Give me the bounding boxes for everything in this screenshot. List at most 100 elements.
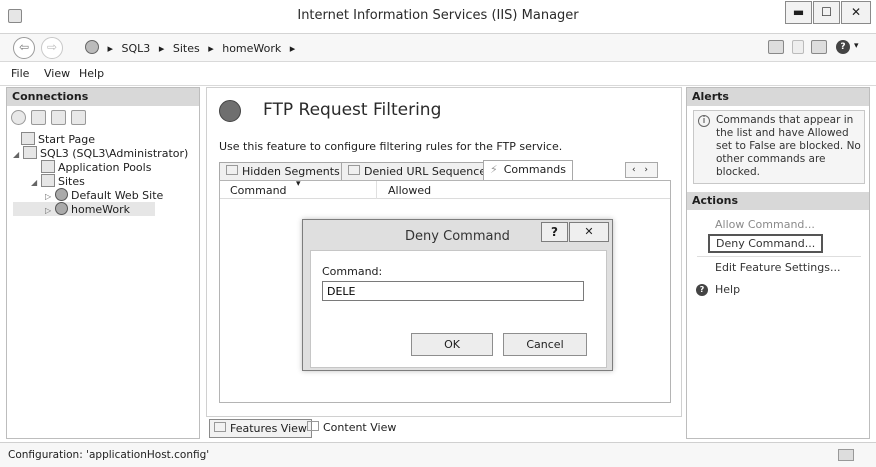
tree-item-server[interactable]: ◢ SQL3 (SQL3\Administrator) <box>13 146 188 160</box>
globe-icon <box>55 202 68 215</box>
breadcrumb[interactable]: ▸ SQL3 ▸ Sites ▸ homeWork ▸ <box>85 40 300 58</box>
features-view-icon <box>214 422 226 432</box>
sites-folder-icon <box>41 174 55 187</box>
content-view-label: Content View <box>323 421 397 434</box>
tab-strip: Hidden Segments Denied URL Sequences ⚡ Co… <box>219 160 671 183</box>
status-bar: Configuration: 'applicationHost.config' <box>0 442 876 467</box>
actions-header: Actions <box>687 192 869 210</box>
breadcrumb-separator-icon[interactable]: ▸ <box>208 42 214 55</box>
column-divider[interactable] <box>376 181 377 199</box>
tree-label: Default Web Site <box>71 189 164 202</box>
command-input[interactable] <box>322 281 584 301</box>
menu-file[interactable]: File <box>11 67 29 80</box>
breadcrumb-sql3[interactable]: SQL3 <box>122 42 151 55</box>
hidden-segments-icon <box>226 165 238 175</box>
feature-description: Use this feature to configure filtering … <box>219 140 563 153</box>
edit-feature-settings-link[interactable]: Edit Feature Settings... <box>715 261 840 274</box>
denied-url-icon <box>348 165 360 175</box>
column-allowed[interactable]: Allowed <box>388 184 431 197</box>
title-bar: Internet Information Services (IIS) Mana… <box>0 0 876 34</box>
content-view-button[interactable]: Content View <box>303 419 400 438</box>
breadcrumb-sites[interactable]: Sites <box>173 42 200 55</box>
features-view-label: Features View <box>230 422 307 435</box>
menu-view[interactable]: View <box>44 67 70 80</box>
page-title: FTP Request Filtering <box>263 100 442 120</box>
connect-icon[interactable] <box>11 110 26 125</box>
save-icon[interactable] <box>31 110 46 125</box>
connections-panel: Connections Start Page ◢ SQL3 (SQL3\Admin… <box>6 87 200 439</box>
ok-button[interactable]: OK <box>411 333 493 356</box>
menu-bar: File View Help <box>0 62 876 86</box>
alert-box: i Commands that appear in the list and h… <box>693 110 865 184</box>
tree-label: SQL3 (SQL3\Administrator) <box>40 147 189 160</box>
view-switcher: Features View Content View <box>206 418 682 440</box>
server-icon[interactable] <box>768 40 784 54</box>
divider <box>697 256 861 257</box>
tree-item-default-web-site[interactable]: ▷ Default Web Site <box>13 188 188 202</box>
window-title: Internet Information Services (IIS) Mana… <box>297 8 579 23</box>
cancel-button[interactable]: Cancel <box>503 333 587 356</box>
application-pools-icon <box>41 160 55 173</box>
tree-item-homework[interactable]: ▷ homeWork <box>13 202 155 216</box>
server-icon <box>23 146 37 159</box>
connections-header: Connections <box>7 88 199 106</box>
stop-icon[interactable] <box>792 40 804 54</box>
command-label: Command: <box>322 265 383 278</box>
help-icon[interactable]: ? <box>696 284 708 296</box>
chevron-down-icon[interactable]: ▾ <box>854 41 859 51</box>
dialog-body: Command: OK Cancel <box>310 250 607 368</box>
close-window-button[interactable]: ✕ <box>841 1 871 24</box>
connections-toolbar <box>11 110 161 126</box>
tree-label: Sites <box>58 175 85 188</box>
menu-help[interactable]: Help <box>79 67 104 80</box>
commands-icon: ⚡ <box>490 163 498 176</box>
features-view-button[interactable]: Features View <box>209 419 312 438</box>
content-view-icon <box>307 421 319 431</box>
tab-scroll-buttons[interactable]: ‹ › <box>625 162 658 178</box>
column-command[interactable]: Command <box>230 184 287 197</box>
tree-item-sites[interactable]: ◢ Sites <box>13 174 188 188</box>
back-button[interactable]: ⇦ <box>13 37 35 59</box>
address-bar: ⇦ ⇨ ▸ SQL3 ▸ Sites ▸ homeWork ▸ ? ▾ <box>0 34 876 62</box>
deny-command-link[interactable]: Deny Command... <box>708 234 824 253</box>
tab-label: Commands <box>503 163 567 176</box>
collapse-icon[interactable]: ◢ <box>13 148 21 162</box>
allow-command-link[interactable]: Allow Command... <box>715 218 815 231</box>
tab-label: Denied URL Sequences <box>364 165 492 178</box>
forward-button[interactable]: ⇨ <box>41 37 63 59</box>
home-icon[interactable] <box>811 40 827 54</box>
actions-pane: Alerts i Commands that appear in the lis… <box>686 87 870 439</box>
breadcrumb-separator-icon[interactable]: ▸ <box>159 42 165 55</box>
disconnect-icon[interactable] <box>71 110 86 125</box>
breadcrumb-separator-icon[interactable]: ▸ <box>108 42 114 55</box>
network-status-icon <box>838 449 854 461</box>
connections-tree: Start Page ◢ SQL3 (SQL3\Administrator) Ap… <box>13 132 188 216</box>
expand-icon[interactable]: ▷ <box>45 204 53 218</box>
globe-icon <box>55 188 68 201</box>
help-icon[interactable]: ? <box>836 40 850 54</box>
tab-label: Hidden Segments <box>242 165 340 178</box>
alerts-header: Alerts <box>687 88 869 106</box>
breadcrumb-homework[interactable]: homeWork <box>222 42 281 55</box>
tree-label: Application Pools <box>58 161 152 174</box>
tree-item-application-pools[interactable]: Application Pools <box>13 160 188 174</box>
tree-label: Start Page <box>38 133 95 146</box>
tree-item-start-page[interactable]: Start Page <box>13 132 188 146</box>
globe-icon <box>85 40 99 54</box>
up-folder-icon[interactable] <box>51 110 66 125</box>
minimize-button[interactable]: ▬ <box>785 1 812 24</box>
maximize-button[interactable]: ☐ <box>813 1 840 24</box>
info-icon: i <box>698 115 710 127</box>
status-text: Configuration: 'applicationHost.config' <box>8 449 210 461</box>
dialog-help-button[interactable]: ? <box>541 222 568 242</box>
start-page-icon <box>21 132 35 145</box>
ftp-request-filtering-icon <box>219 100 241 122</box>
help-link[interactable]: Help <box>715 283 740 296</box>
tree-label: homeWork <box>71 203 131 216</box>
dialog-close-button[interactable]: ✕ <box>569 222 609 242</box>
deny-command-dialog: Deny Command ? ✕ Command: OK Cancel <box>302 219 613 371</box>
sort-arrow-icon: ▾ <box>296 179 301 189</box>
breadcrumb-separator-icon[interactable]: ▸ <box>290 42 296 55</box>
collapse-icon[interactable]: ◢ <box>31 176 39 190</box>
list-header: Command ▾ Allowed <box>220 179 670 199</box>
